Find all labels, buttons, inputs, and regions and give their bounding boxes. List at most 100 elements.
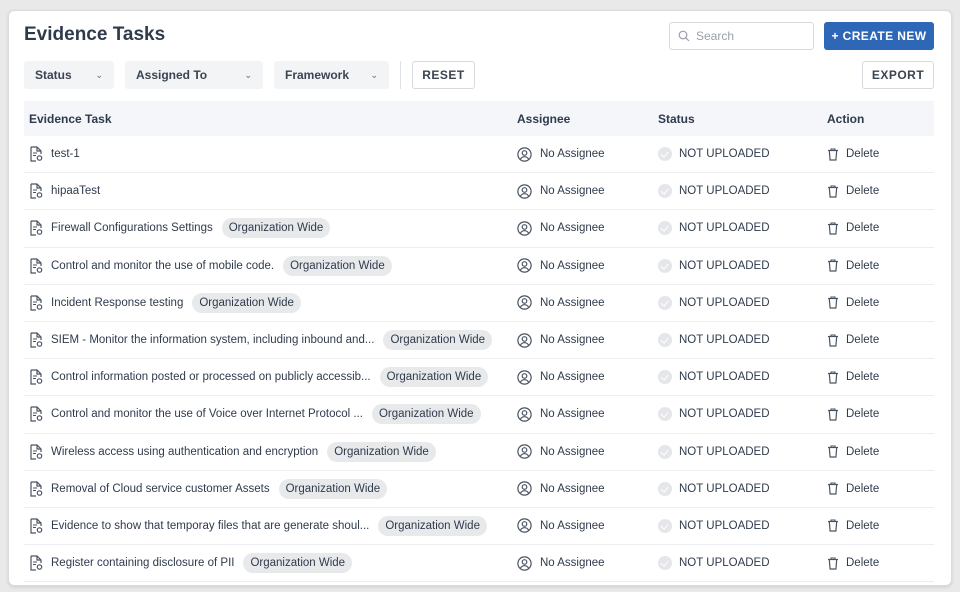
scope-tag: Organization Wide (378, 515, 487, 536)
task-name[interactable]: Control and monitor the use of Voice ove… (51, 408, 363, 420)
delete-action[interactable]: Delete (827, 222, 934, 235)
table-row[interactable]: Register containing disclosure of PII Org… (24, 545, 934, 583)
search-box[interactable] (669, 22, 814, 50)
delete-action[interactable]: Delete (827, 185, 934, 198)
delete-button[interactable]: Delete (846, 408, 879, 420)
user-circle-icon (517, 295, 532, 311)
table-row[interactable]: Evidence to show that temporay files tha… (24, 508, 934, 546)
table-row[interactable]: Removal of Cloud service customer Assets… (24, 471, 934, 508)
assignee-cell[interactable]: No Assignee (517, 370, 658, 385)
check-circle-icon (658, 333, 672, 348)
framework-filter-dropdown[interactable]: Framework ⌄ (274, 61, 389, 89)
assignee-cell[interactable]: No Assignee (517, 555, 658, 571)
trash-icon (828, 445, 838, 458)
delete-action[interactable]: Delete (827, 557, 934, 570)
delete-button[interactable]: Delete (846, 371, 879, 383)
status-label: NOT UPLOADED (679, 371, 770, 384)
check-circle-icon (658, 221, 672, 236)
table-row[interactable]: Control and monitor the use of Voice ove… (24, 396, 934, 434)
task-cell[interactable]: test-1 (24, 146, 517, 162)
task-cell[interactable]: Control and monitor the use of mobile co… (24, 255, 517, 276)
delete-action[interactable]: Delete (827, 445, 934, 458)
user-circle-icon (517, 221, 532, 236)
table-row[interactable]: Firewall Configurations Settings Organiza… (24, 210, 934, 248)
task-cell[interactable]: hipaaTest (24, 183, 517, 199)
table-row[interactable]: Wireless access using authentication and… (24, 434, 934, 471)
reset-button[interactable]: RESET (412, 61, 475, 89)
assignee-label: No Assignee (540, 371, 605, 384)
table-row[interactable]: test-1 No Assignee NOT UPLOADED Delete (24, 136, 934, 174)
delete-button[interactable]: Delete (846, 334, 879, 346)
task-name[interactable]: Control information posted or processed … (51, 371, 371, 383)
search-input[interactable] (696, 29, 806, 43)
task-name[interactable]: SIEM - Monitor the information system, i… (51, 334, 374, 346)
task-cell[interactable]: Removal of Cloud service customer Assets… (24, 478, 517, 499)
task-name[interactable]: Firewall Configurations Settings (51, 222, 213, 234)
user-circle-icon (517, 555, 532, 571)
export-button[interactable]: EXPORT (862, 61, 934, 89)
delete-action[interactable]: Delete (827, 482, 934, 495)
delete-action[interactable]: Delete (827, 519, 934, 533)
task-cell[interactable]: Firewall Configurations Settings Organiza… (24, 218, 517, 239)
assigned-to-filter-dropdown[interactable]: Assigned To ⌄ (125, 61, 263, 89)
assignee-label: No Assignee (540, 445, 605, 458)
assignee-cell[interactable]: No Assignee (517, 221, 658, 236)
assignee-cell[interactable]: No Assignee (517, 258, 658, 273)
task-name[interactable]: Evidence to show that temporay files tha… (51, 520, 369, 532)
task-name[interactable]: test-1 (51, 148, 80, 160)
task-cell[interactable]: Register containing disclosure of PII Org… (24, 553, 517, 574)
status-cell: NOT UPLOADED (658, 333, 827, 348)
delete-button[interactable]: Delete (846, 148, 879, 160)
delete-action[interactable]: Delete (827, 296, 934, 309)
task-name[interactable]: Register containing disclosure of PII (51, 557, 234, 569)
task-name[interactable]: hipaaTest (51, 185, 100, 197)
task-name[interactable]: Removal of Cloud service customer Assets (51, 483, 270, 495)
delete-button[interactable]: Delete (846, 222, 879, 234)
user-circle-icon (517, 146, 532, 162)
table-row[interactable]: Incident Response testing Organization Wi… (24, 285, 934, 322)
table-row[interactable]: SIEM - Monitor the information system, i… (24, 322, 934, 360)
assignee-cell[interactable]: No Assignee (517, 184, 658, 199)
assignee-cell[interactable]: No Assignee (517, 407, 658, 422)
delete-button[interactable]: Delete (846, 446, 879, 458)
task-cell[interactable]: Control information posted or processed … (24, 367, 517, 388)
assignee-cell[interactable]: No Assignee (517, 444, 658, 459)
check-circle-icon (658, 407, 672, 422)
delete-button[interactable]: Delete (846, 260, 879, 272)
column-header-status[interactable]: Status (658, 112, 827, 126)
task-cell[interactable]: Control and monitor the use of Voice ove… (24, 404, 517, 425)
task-cell[interactable]: Wireless access using authentication and… (24, 441, 517, 462)
check-circle-icon (658, 258, 672, 273)
task-name[interactable]: Wireless access using authentication and… (51, 446, 318, 458)
task-cell[interactable]: SIEM - Monitor the information system, i… (24, 330, 517, 351)
assignee-cell[interactable]: No Assignee (517, 295, 658, 311)
task-name[interactable]: Incident Response testing (51, 297, 183, 309)
delete-action[interactable]: Delete (827, 259, 934, 272)
delete-button[interactable]: Delete (846, 520, 879, 532)
status-label: NOT UPLOADED (679, 482, 770, 495)
assignee-cell[interactable]: No Assignee (517, 481, 658, 496)
task-cell[interactable]: Evidence to show that temporay files tha… (24, 515, 517, 536)
table-row[interactable]: Control and monitor the use of mobile co… (24, 248, 934, 285)
delete-action[interactable]: Delete (827, 371, 934, 384)
assignee-cell[interactable]: No Assignee (517, 146, 658, 162)
delete-button[interactable]: Delete (846, 483, 879, 495)
evidence-task-table: Evidence Task Assignee Status Action tes… (24, 101, 934, 583)
table-row[interactable]: hipaaTest No Assignee NOT UPLOADED Delete (24, 173, 934, 211)
status-cell: NOT UPLOADED (658, 370, 827, 385)
delete-button[interactable]: Delete (846, 297, 879, 309)
delete-action[interactable]: Delete (827, 148, 934, 161)
status-filter-dropdown[interactable]: Status ⌄ (24, 61, 114, 89)
assignee-cell[interactable]: No Assignee (517, 518, 658, 534)
delete-button[interactable]: Delete (846, 557, 879, 569)
delete-action[interactable]: Delete (827, 408, 934, 421)
table-row[interactable]: Control information posted or processed … (24, 359, 934, 397)
task-cell[interactable]: Incident Response testing Organization Wi… (24, 292, 517, 313)
delete-action[interactable]: Delete (827, 333, 934, 347)
create-new-button[interactable]: + CREATE NEW (824, 22, 934, 50)
column-header-task[interactable]: Evidence Task (24, 112, 517, 126)
delete-button[interactable]: Delete (846, 185, 879, 197)
task-name[interactable]: Control and monitor the use of mobile co… (51, 260, 274, 272)
column-header-assignee[interactable]: Assignee (517, 112, 658, 126)
assignee-cell[interactable]: No Assignee (517, 332, 658, 348)
